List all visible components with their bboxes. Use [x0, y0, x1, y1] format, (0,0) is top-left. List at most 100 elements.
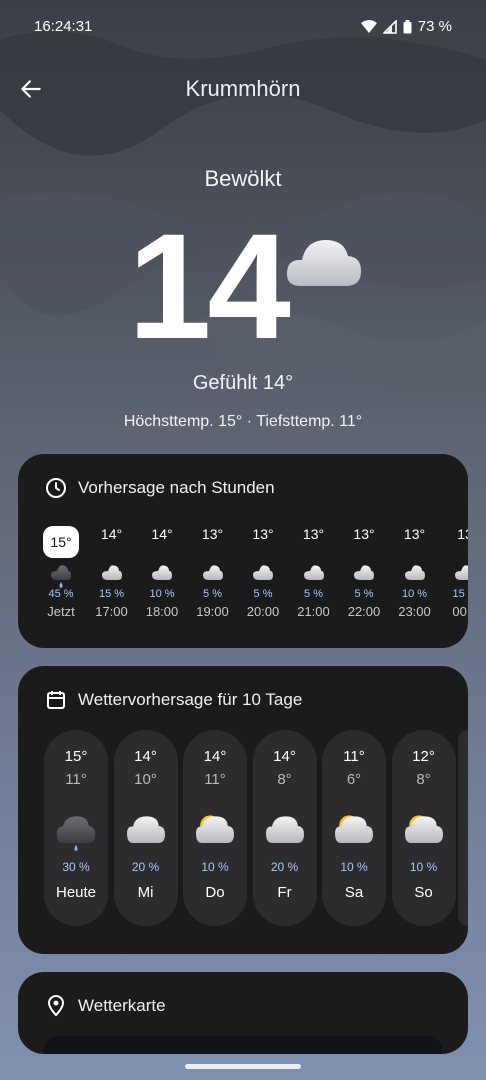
daily-item[interactable]: 12° 8° 10 % So [391, 730, 456, 926]
hourly-precip: 5 % [203, 588, 222, 600]
daily-day: Sa [344, 884, 364, 901]
partly-sunny-icon [196, 815, 234, 843]
hourly-temp: 15° [43, 526, 79, 558]
daily-forecast-card[interactable]: Wettervorhersage für 10 Tage 15° 11° 30 % H… [18, 666, 468, 954]
daily-high: 14° [134, 748, 157, 765]
daily-low: 8° [277, 771, 292, 788]
daily-precip: 10 % [409, 860, 438, 874]
hourly-temp: 14° [100, 526, 123, 542]
daily-title: Wettervorhersage für 10 Tage [78, 690, 303, 709]
partly-sunny-icon [335, 815, 373, 843]
daily-high: 14° [203, 748, 227, 765]
cloud-icon [303, 565, 324, 580]
cloud-icon [253, 565, 273, 580]
hourly-time: 18:00 [145, 604, 179, 619]
gesture-nav-bar[interactable] [185, 1064, 301, 1069]
hourly-item[interactable]: 13 15 % 00:0 [440, 518, 468, 619]
hourly-item[interactable]: 14° 10 % 18:00 [137, 518, 187, 619]
hourly-temp: 13° [201, 526, 224, 542]
daily-high: 14° [273, 748, 296, 765]
hourly-item[interactable]: 15° 45 % Jetzt [36, 518, 86, 619]
cloud-icon [265, 816, 304, 843]
hourly-time: 17:00 [95, 604, 128, 619]
next-day-pill[interactable] [458, 730, 468, 926]
current-temperature: 14 [128, 202, 291, 370]
location-pin-icon [47, 995, 65, 1017]
battery-icon [403, 19, 412, 33]
battery-level: 73 % [417, 18, 452, 35]
hourly-item[interactable]: 13° 5 % 19:00 [188, 518, 238, 619]
current-condition: Bewölkt [204, 166, 282, 191]
hourly-item[interactable]: 14° 15 % 17:00 [87, 518, 137, 619]
cloud-icon [126, 816, 165, 843]
hourly-time: 20:00 [246, 604, 280, 619]
hourly-temp: 14° [151, 526, 173, 542]
cloud-icon [101, 565, 122, 580]
hourly-precip: 10 % [401, 588, 428, 600]
cloud-icon [404, 565, 425, 580]
hourly-temp: 13° [403, 526, 426, 542]
daily-precip: 10 % [201, 860, 229, 874]
hourly-precip: 45 % [48, 588, 74, 600]
daily-precip: 20 % [131, 860, 160, 874]
daily-low: 11° [204, 771, 226, 788]
high-low-temps: Höchsttemp. 15° · Tiefsttemp. 11° [123, 413, 363, 430]
hourly-item[interactable]: 13° 5 % 22:00 [339, 518, 389, 619]
daily-item[interactable]: 11° 6° 10 % Sa [322, 730, 386, 926]
cloud-icon [152, 565, 172, 580]
daily-low: 6° [346, 771, 362, 788]
hourly-precip: 5 % [354, 588, 374, 600]
daily-low: 11° [65, 771, 87, 788]
hourly-time: 19:00 [196, 604, 229, 619]
daily-precip: 10 % [340, 860, 368, 874]
top-bar: Krummhörn [0, 66, 486, 112]
weather-map-preview[interactable] [44, 1036, 442, 1054]
hourly-list[interactable]: 15° 45 % Jetzt 14° 15 % 17:00 14° 10 % 18:00 13° 5… [36, 518, 468, 638]
map-title: Wetterkarte [78, 996, 166, 1015]
hourly-forecast-card[interactable]: Vorhersage nach Stunden 15° 45 % Jetzt 14° 1… [18, 454, 468, 648]
daily-high: 11° [343, 748, 365, 765]
rain-cloud-icon [51, 565, 71, 588]
hourly-item[interactable]: 13° 5 % 20:00 [238, 518, 288, 619]
calendar-icon [47, 691, 65, 709]
hourly-item[interactable]: 13° 10 % 23:00 [390, 518, 440, 619]
daily-item[interactable]: 14° 8° 20 % Fr [252, 730, 317, 926]
hourly-temp: 13° [353, 526, 375, 542]
hourly-title: Vorhersage nach Stunden [78, 478, 275, 497]
status-bar: 16:24:31 73 % [0, 0, 486, 56]
rain-cloud-icon [57, 816, 95, 851]
feels-like: Gefühlt 14° [192, 372, 294, 394]
hourly-time: 22:00 [347, 604, 381, 619]
cloud-icon [202, 565, 223, 580]
wifi-icon [360, 19, 377, 33]
hourly-precip: 15 % [98, 588, 125, 600]
daily-list[interactable]: 15° 11° 30 % Heute 14° 10° 20 % Mi 14° 11° 10 % Do 1… [44, 730, 468, 930]
daily-item[interactable]: 15° 11° 30 % Heute [44, 730, 108, 926]
daily-high: 12° [412, 748, 435, 765]
hourly-precip: 15 % [452, 588, 468, 600]
daily-precip: 20 % [270, 860, 299, 874]
daily-item[interactable]: 14° 10° 20 % Mi [113, 730, 178, 926]
cloud-icon [455, 565, 468, 580]
daily-day: Heute [55, 884, 97, 901]
daily-precip: 30 % [62, 860, 90, 874]
hourly-precip: 5 % [304, 588, 323, 600]
hourly-item[interactable]: 13° 5 % 21:00 [289, 518, 339, 619]
daily-item[interactable]: 14° 11° 10 % Do [183, 730, 247, 926]
hourly-temp: 13° [252, 526, 274, 542]
hourly-time: 00:0 [452, 604, 468, 619]
hourly-temp: 13° [302, 526, 325, 542]
city-title: Krummhörn [185, 76, 301, 101]
hourly-time: 21:00 [297, 604, 330, 619]
daily-low: 8° [416, 771, 431, 788]
partly-sunny-icon [404, 815, 443, 843]
daily-day: Fr [277, 884, 292, 901]
signal-icon [382, 19, 397, 34]
cloud-icon [354, 565, 374, 580]
daily-day: Mi [137, 884, 154, 901]
weather-map-card[interactable]: Wetterkarte [18, 972, 468, 1054]
daily-high: 15° [64, 748, 88, 765]
daily-day: So [414, 884, 433, 901]
hourly-time: 23:00 [398, 604, 431, 619]
daily-day: Do [205, 884, 225, 901]
